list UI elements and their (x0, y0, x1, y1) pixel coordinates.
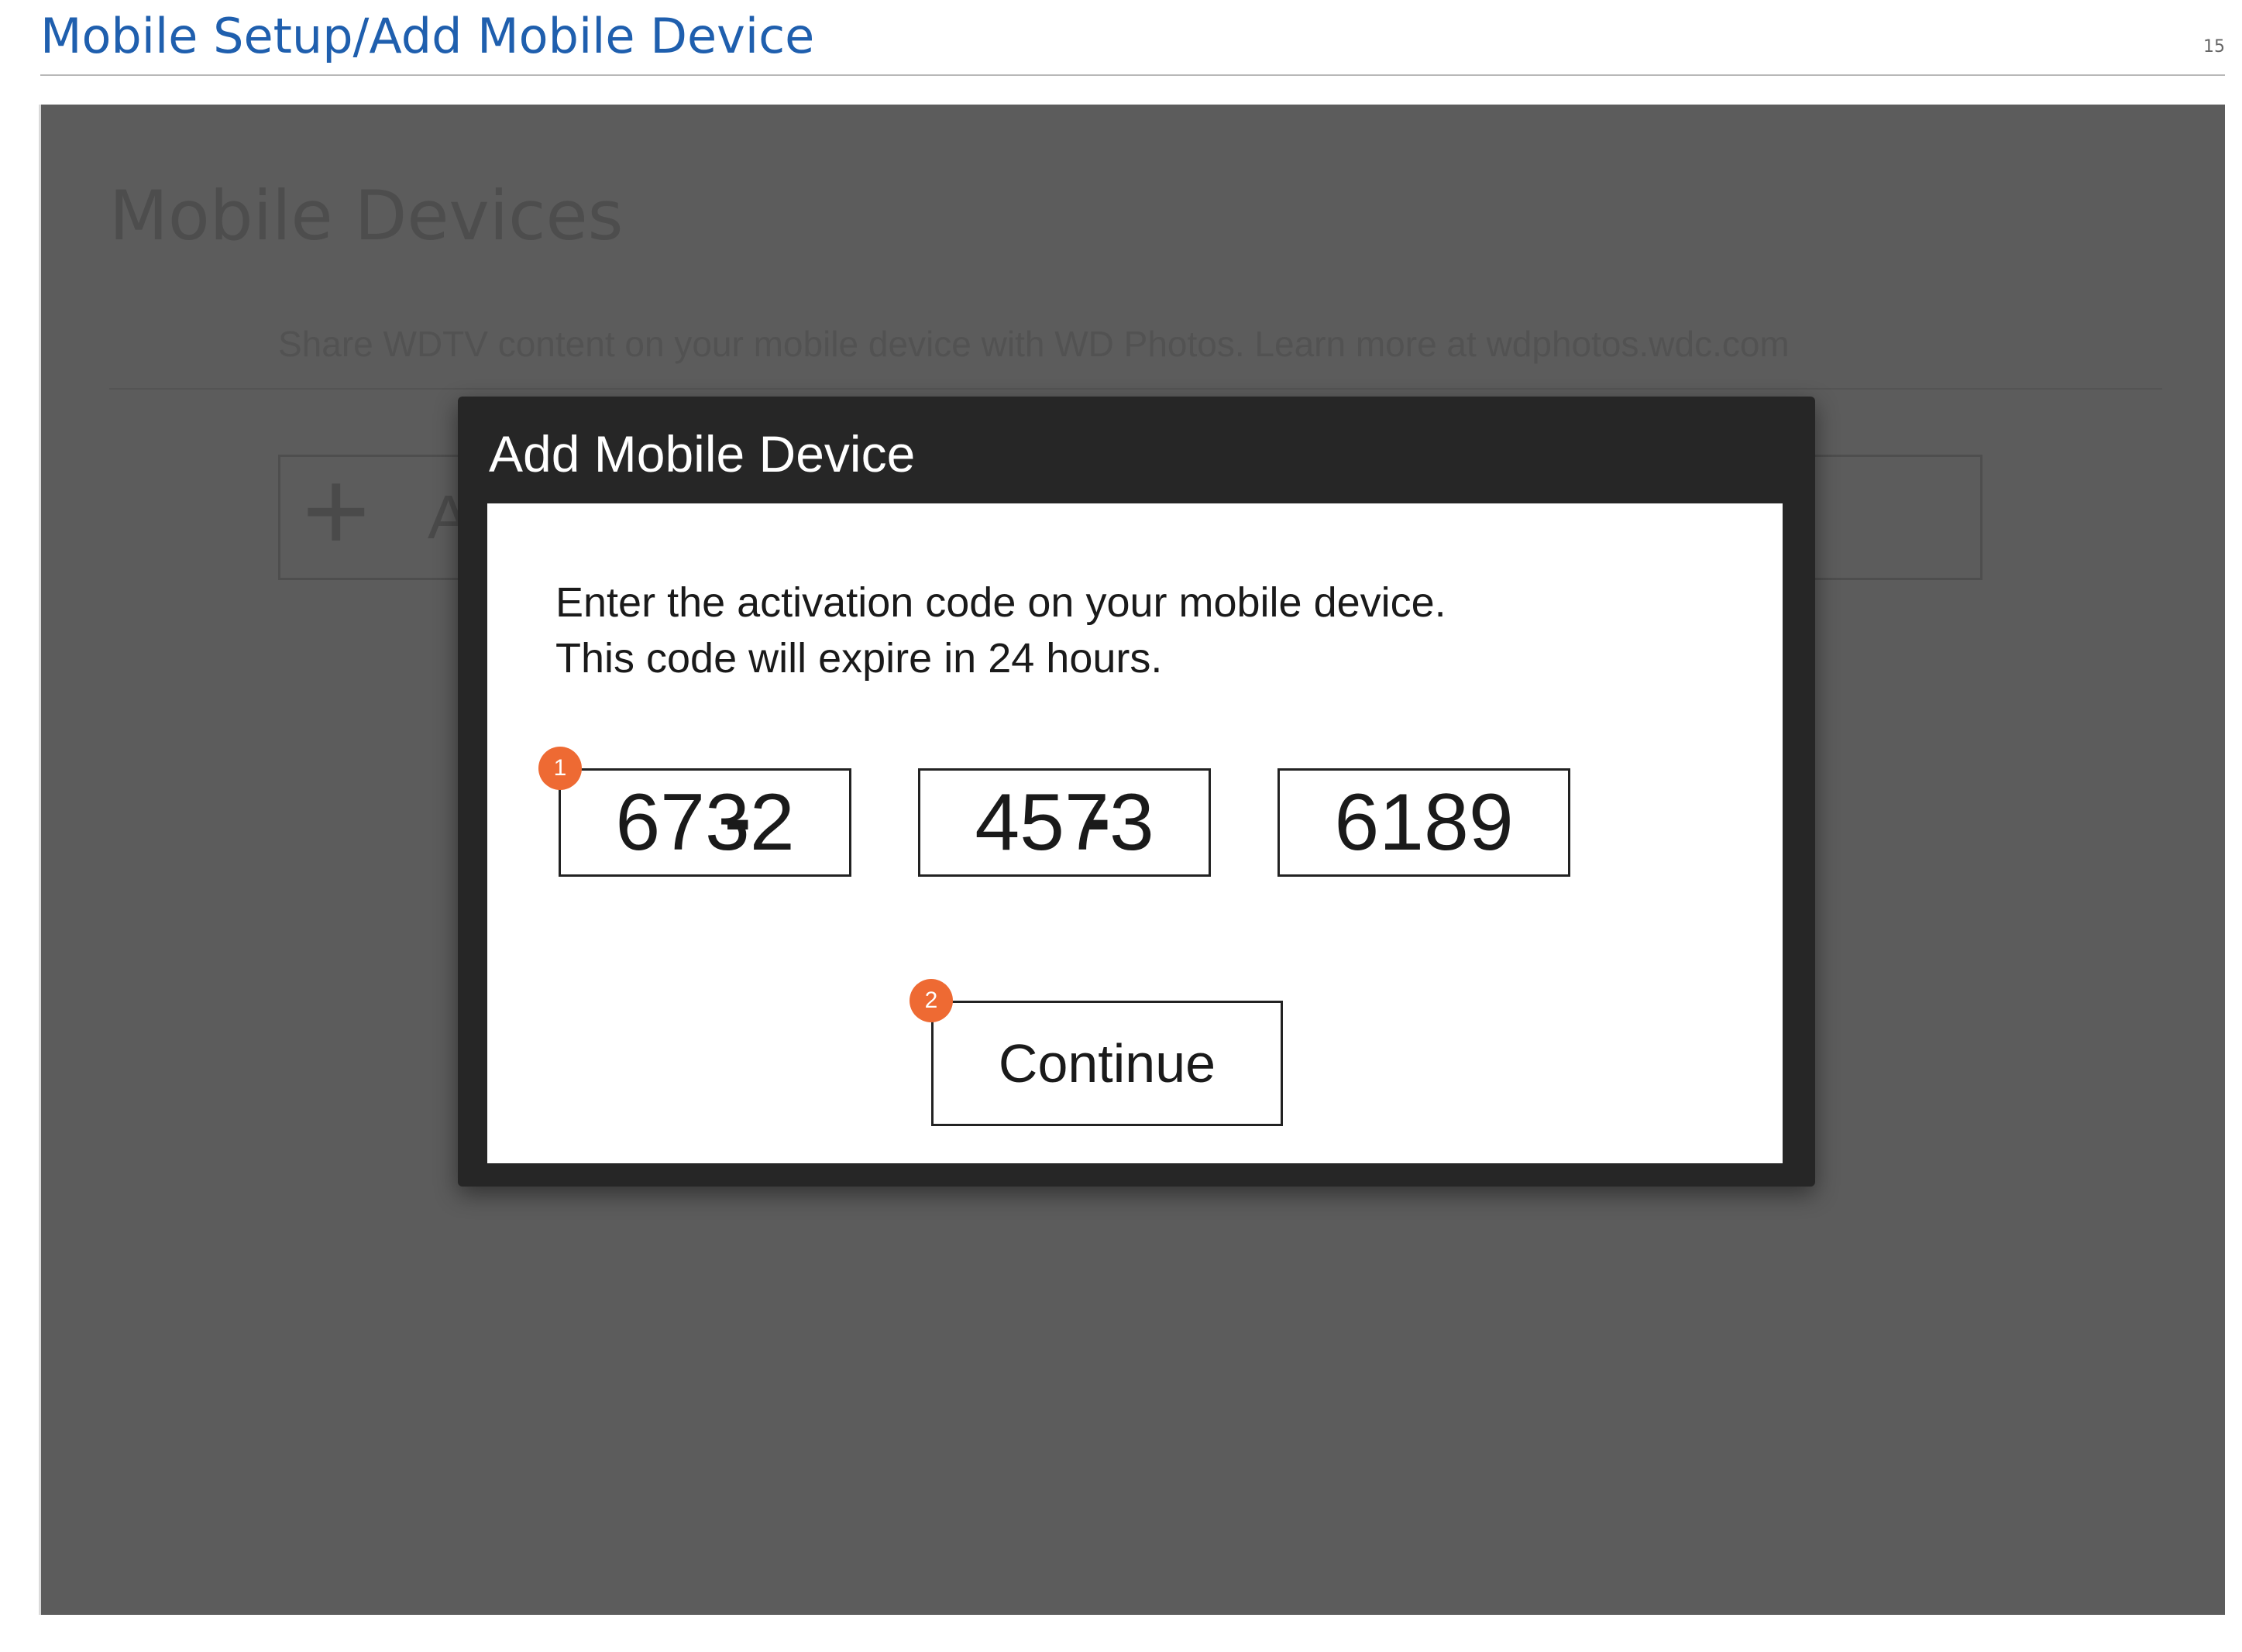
callout-marker-2: 2 (910, 979, 953, 1022)
add-mobile-device-dialog: Add Mobile Device Enter the activation c… (458, 397, 1815, 1187)
dialog-body: Enter the activation code on your mobile… (487, 503, 1783, 1163)
instruction-text: Enter the activation code on your mobile… (555, 575, 1446, 686)
page-title: Mobile Setup/Add Mobile Device (40, 8, 815, 64)
instruction-line-1: Enter the activation code on your mobile… (555, 579, 1446, 626)
dialog-title: Add Mobile Device (489, 425, 916, 483)
callout-marker-1: 1 (538, 747, 582, 790)
code-separator: - (724, 774, 751, 864)
header-divider (40, 74, 2225, 76)
tv-screen: Mobile Devices Share WDTV content on you… (39, 105, 2225, 1615)
activation-code-part-1: 6732 (559, 768, 851, 877)
plus-icon: + (302, 445, 370, 575)
activation-code-part-3: 6189 (1277, 768, 1570, 877)
background-description: Share WDTV content on your mobile device… (278, 324, 1790, 364)
code-separator: - (1084, 774, 1111, 864)
instruction-line-2: This code will expire in 24 hours. (555, 635, 1163, 682)
activation-code-part-2: 4573 (918, 768, 1211, 877)
background-title: Mobile Devices (109, 176, 624, 256)
page-number: 15 (2203, 37, 2225, 57)
page-header: Mobile Setup/Add Mobile Device 15 (40, 0, 2225, 76)
background-divider (109, 388, 2162, 390)
continue-button[interactable]: Continue (931, 1001, 1283, 1126)
